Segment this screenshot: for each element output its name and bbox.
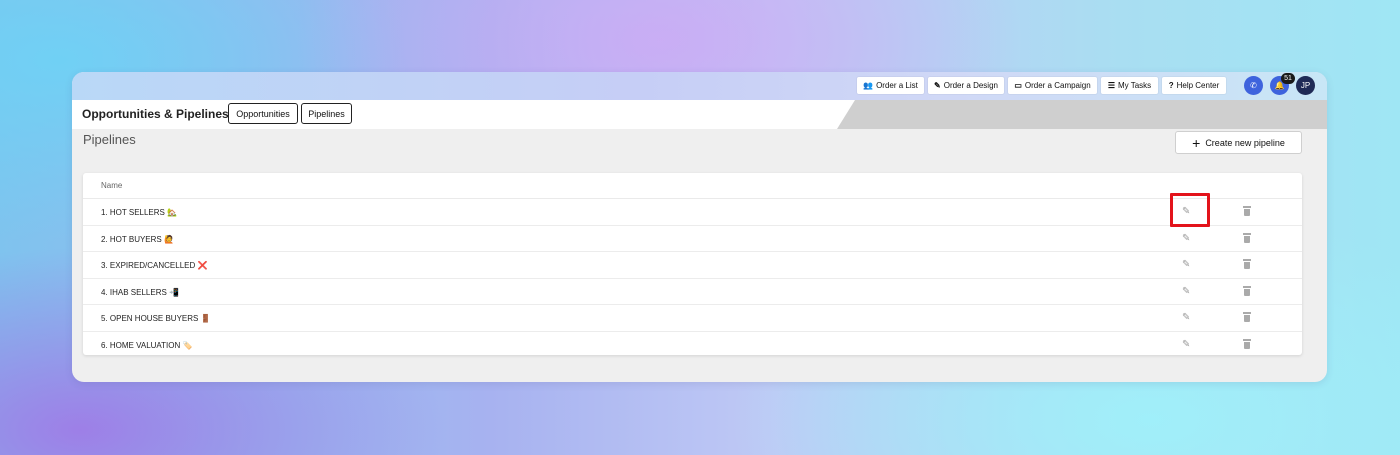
table-row[interactable]: 2. HOT BUYERS 🙋 ✎ <box>83 226 1302 252</box>
highlight-box <box>1170 193 1210 227</box>
question-icon: ? <box>1168 81 1174 90</box>
pipeline-name: 4. IHAB SELLERS 📲 <box>101 287 179 297</box>
phone-icon: ✆ <box>1250 81 1257 90</box>
pencil-icon[interactable]: ✎ <box>1182 259 1190 270</box>
pipeline-name: 6. HOME VALUATION 🏷️ <box>101 340 193 350</box>
trash-icon[interactable] <box>1243 259 1251 269</box>
mailbox-icon: ▭ <box>1014 81 1022 90</box>
order-design-button[interactable]: ✎ Order a Design <box>928 77 1004 94</box>
notifications-badge: 51 <box>1281 73 1295 84</box>
page-title: Opportunities & Pipelines <box>82 107 229 121</box>
pencil-icon[interactable]: ✎ <box>1182 312 1190 323</box>
pencil-icon[interactable]: ✎ <box>1182 286 1190 297</box>
table-row[interactable]: 4. IHAB SELLERS 📲 ✎ <box>83 279 1302 305</box>
trash-icon[interactable] <box>1243 338 1251 349</box>
tab-opportunities[interactable]: Opportunities <box>228 103 298 124</box>
brush-icon: ✎ <box>934 81 941 90</box>
table-row[interactable]: 3. EXPIRED/CANCELLED ❌ ✎ <box>83 252 1302 279</box>
trash-icon[interactable] <box>1243 206 1251 216</box>
trash-icon[interactable] <box>1243 285 1251 296</box>
tab-pipelines[interactable]: Pipelines <box>301 103 352 124</box>
pipelines-table: Name 1. HOT SELLERS 🏡 ✎ 2. HOT BUYERS 🙋 … <box>83 173 1302 355</box>
order-campaign-button[interactable]: ▭ Order a Campaign <box>1008 77 1097 94</box>
plus-icon: + <box>1192 134 1201 151</box>
trash-icon[interactable] <box>1243 312 1251 322</box>
my-tasks-button[interactable]: ☰ My Tasks <box>1101 77 1158 94</box>
help-center-button[interactable]: ? Help Center <box>1162 77 1226 94</box>
phone-button[interactable]: ✆ <box>1244 76 1263 95</box>
pencil-icon[interactable]: ✎ <box>1182 233 1190 244</box>
pipeline-name: 3. EXPIRED/CANCELLED ❌ <box>101 261 208 270</box>
section-title: Pipelines <box>83 132 136 147</box>
list-icon: ☰ <box>1107 81 1115 90</box>
users-icon: 👥 <box>863 81 874 90</box>
pencil-icon[interactable]: ✎ <box>1182 339 1190 350</box>
pipeline-name: 1. HOT SELLERS 🏡 <box>101 208 178 217</box>
order-list-button[interactable]: 👥 Order a List <box>857 77 924 94</box>
table-header: Name <box>83 173 1302 199</box>
table-row[interactable]: 5. OPEN HOUSE BUYERS 🚪 ✎ <box>83 305 1302 332</box>
pipeline-name: 5. OPEN HOUSE BUYERS 🚪 <box>101 314 211 323</box>
table-row[interactable]: 1. HOT SELLERS 🏡 ✎ <box>83 199 1302 226</box>
page-header: Opportunities & Pipelines Opportunities … <box>72 100 1327 129</box>
app-window: 👥 Order a List ✎ Order a Design ▭ Order … <box>72 72 1327 382</box>
table-row[interactable]: 6. HOME VALUATION 🏷️ ✎ <box>83 332 1302 359</box>
trash-icon[interactable] <box>1243 232 1251 243</box>
column-name-header: Name <box>101 181 123 190</box>
top-toolbar: 👥 Order a List ✎ Order a Design ▭ Order … <box>72 72 1327 100</box>
avatar[interactable]: JP <box>1296 76 1315 95</box>
pipeline-name: 2. HOT BUYERS 🙋 <box>101 234 174 244</box>
create-pipeline-button[interactable]: + Create new pipeline <box>1175 131 1302 154</box>
